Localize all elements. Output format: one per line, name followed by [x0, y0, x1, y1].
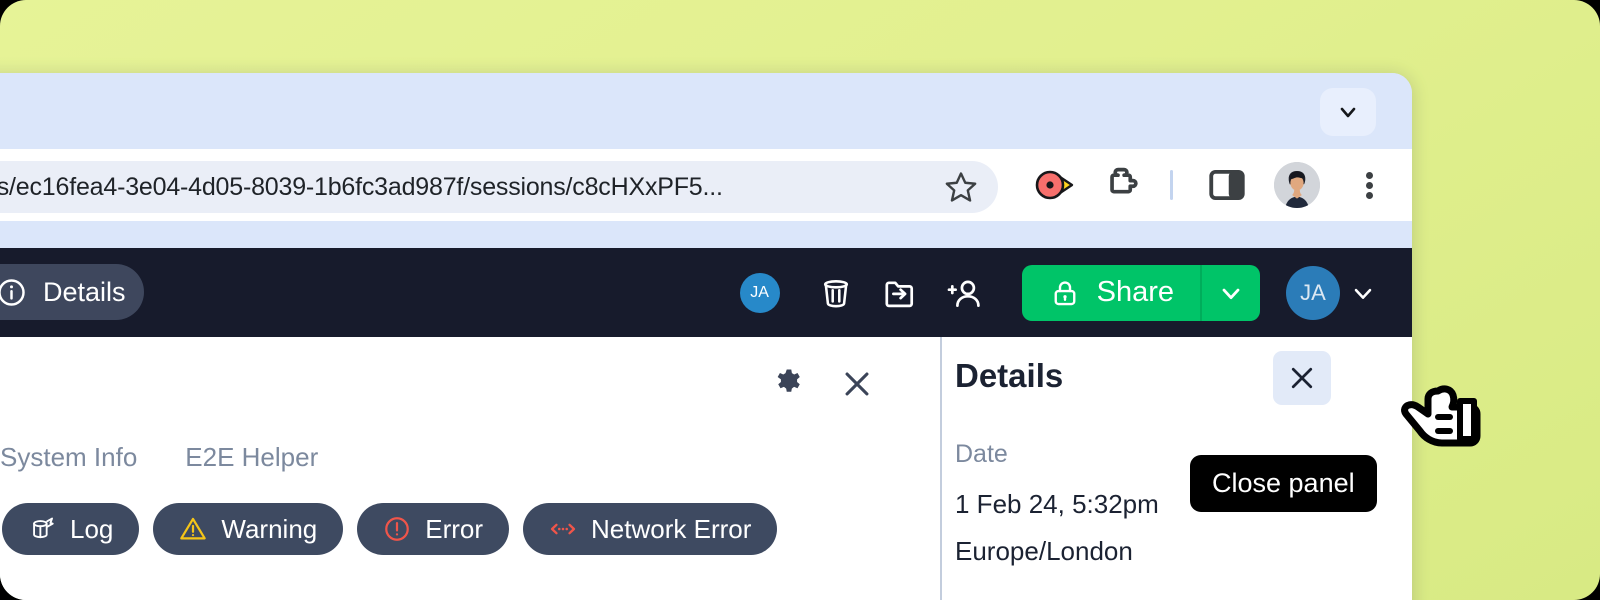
- url-text[interactable]: ions/ec16fea4-3e04-4d05-8039-1b6fc3ad987…: [0, 173, 938, 202]
- pointing-hand-cursor: [1390, 375, 1500, 465]
- console-tabs: System Info E2E Helper: [0, 442, 318, 473]
- browser-tab-strip: [0, 73, 1412, 149]
- profile-avatar[interactable]: [1274, 162, 1320, 208]
- console-pane: System Info E2E Helper k L: [0, 337, 940, 600]
- filter-pill-label: Error: [425, 513, 484, 544]
- address-bar[interactable]: ions/ec16fea4-3e04-4d05-8039-1b6fc3ad987…: [0, 161, 998, 213]
- tab-e2e-helper[interactable]: E2E Helper: [185, 442, 318, 473]
- filter-pill-label: Network Error: [591, 513, 752, 544]
- lock-icon: [1054, 280, 1076, 305]
- detail-field-label-date: Date: [955, 440, 1008, 468]
- details-panel-title: Details: [955, 357, 1064, 394]
- side-panel-icon[interactable]: [1206, 164, 1248, 206]
- close-x-icon[interactable]: [840, 367, 874, 401]
- tooltip-close-panel: Close panel: [1190, 455, 1377, 512]
- share-dropdown-button[interactable]: [1202, 265, 1260, 321]
- share-button-label: Share: [1096, 276, 1174, 308]
- browser-window: ions/ec16fea4-3e04-4d05-8039-1b6fc3ad987…: [0, 73, 1412, 600]
- filter-pill-label: Warning: [221, 513, 318, 544]
- gear-icon[interactable]: [772, 367, 806, 401]
- filter-pill-warning[interactable]: Warning: [153, 503, 344, 555]
- screen-recorder-icon[interactable]: [1030, 163, 1074, 207]
- chevron-down-icon[interactable]: [1320, 88, 1376, 136]
- console-actions: [772, 367, 874, 401]
- share-button[interactable]: Share: [1021, 264, 1260, 321]
- error-circle-icon: [385, 517, 410, 541]
- details-toggle-button[interactable]: Details: [0, 264, 144, 320]
- collaborator-badge[interactable]: JA: [739, 272, 780, 313]
- log-cup-icon: [33, 517, 54, 539]
- filter-pill-log[interactable]: Log: [2, 503, 140, 555]
- close-x-icon: [1291, 367, 1313, 389]
- move-to-folder-icon[interactable]: [868, 261, 932, 325]
- tab-system-info[interactable]: System Info: [0, 442, 137, 473]
- user-menu-chevron-icon[interactable]: [1340, 270, 1386, 316]
- three-dots-menu-icon[interactable]: [1354, 164, 1384, 206]
- browser-omnibox-row: ions/ec16fea4-3e04-4d05-8039-1b6fc3ad987…: [0, 149, 1412, 221]
- close-panel-button[interactable]: [1273, 351, 1331, 405]
- filter-pill-error[interactable]: Error: [357, 503, 510, 555]
- detail-field-value-timezone: Europe/London: [955, 536, 1133, 566]
- user-avatar-badge[interactable]: JA: [1286, 265, 1340, 320]
- toolbar-divider: [1170, 170, 1173, 200]
- share-button-main[interactable]: Share: [1022, 265, 1200, 321]
- page-frame: ions/ec16fea4-3e04-4d05-8039-1b6fc3ad987…: [0, 0, 1600, 600]
- trash-icon[interactable]: [804, 261, 868, 325]
- filter-pill-network-error[interactable]: Network Error: [523, 503, 778, 555]
- extensions-puzzle-icon[interactable]: [1104, 164, 1146, 206]
- app-toolbar-actions: JA Share JA: [739, 248, 1386, 337]
- details-button-label: Details: [43, 276, 126, 307]
- warning-triangle-icon: [180, 517, 207, 540]
- app-toolbar: Details JA Share JA: [0, 248, 1412, 337]
- network-error-icon: [550, 523, 576, 535]
- console-filter-row: k Log: [0, 503, 778, 555]
- bookmark-star-icon[interactable]: [944, 170, 978, 204]
- add-person-icon[interactable]: [932, 261, 996, 325]
- detail-field-value-date: 1 Feb 24, 5:32pm: [955, 489, 1159, 519]
- info-circle-icon: [0, 278, 25, 306]
- filter-pill-label: Log: [70, 513, 114, 544]
